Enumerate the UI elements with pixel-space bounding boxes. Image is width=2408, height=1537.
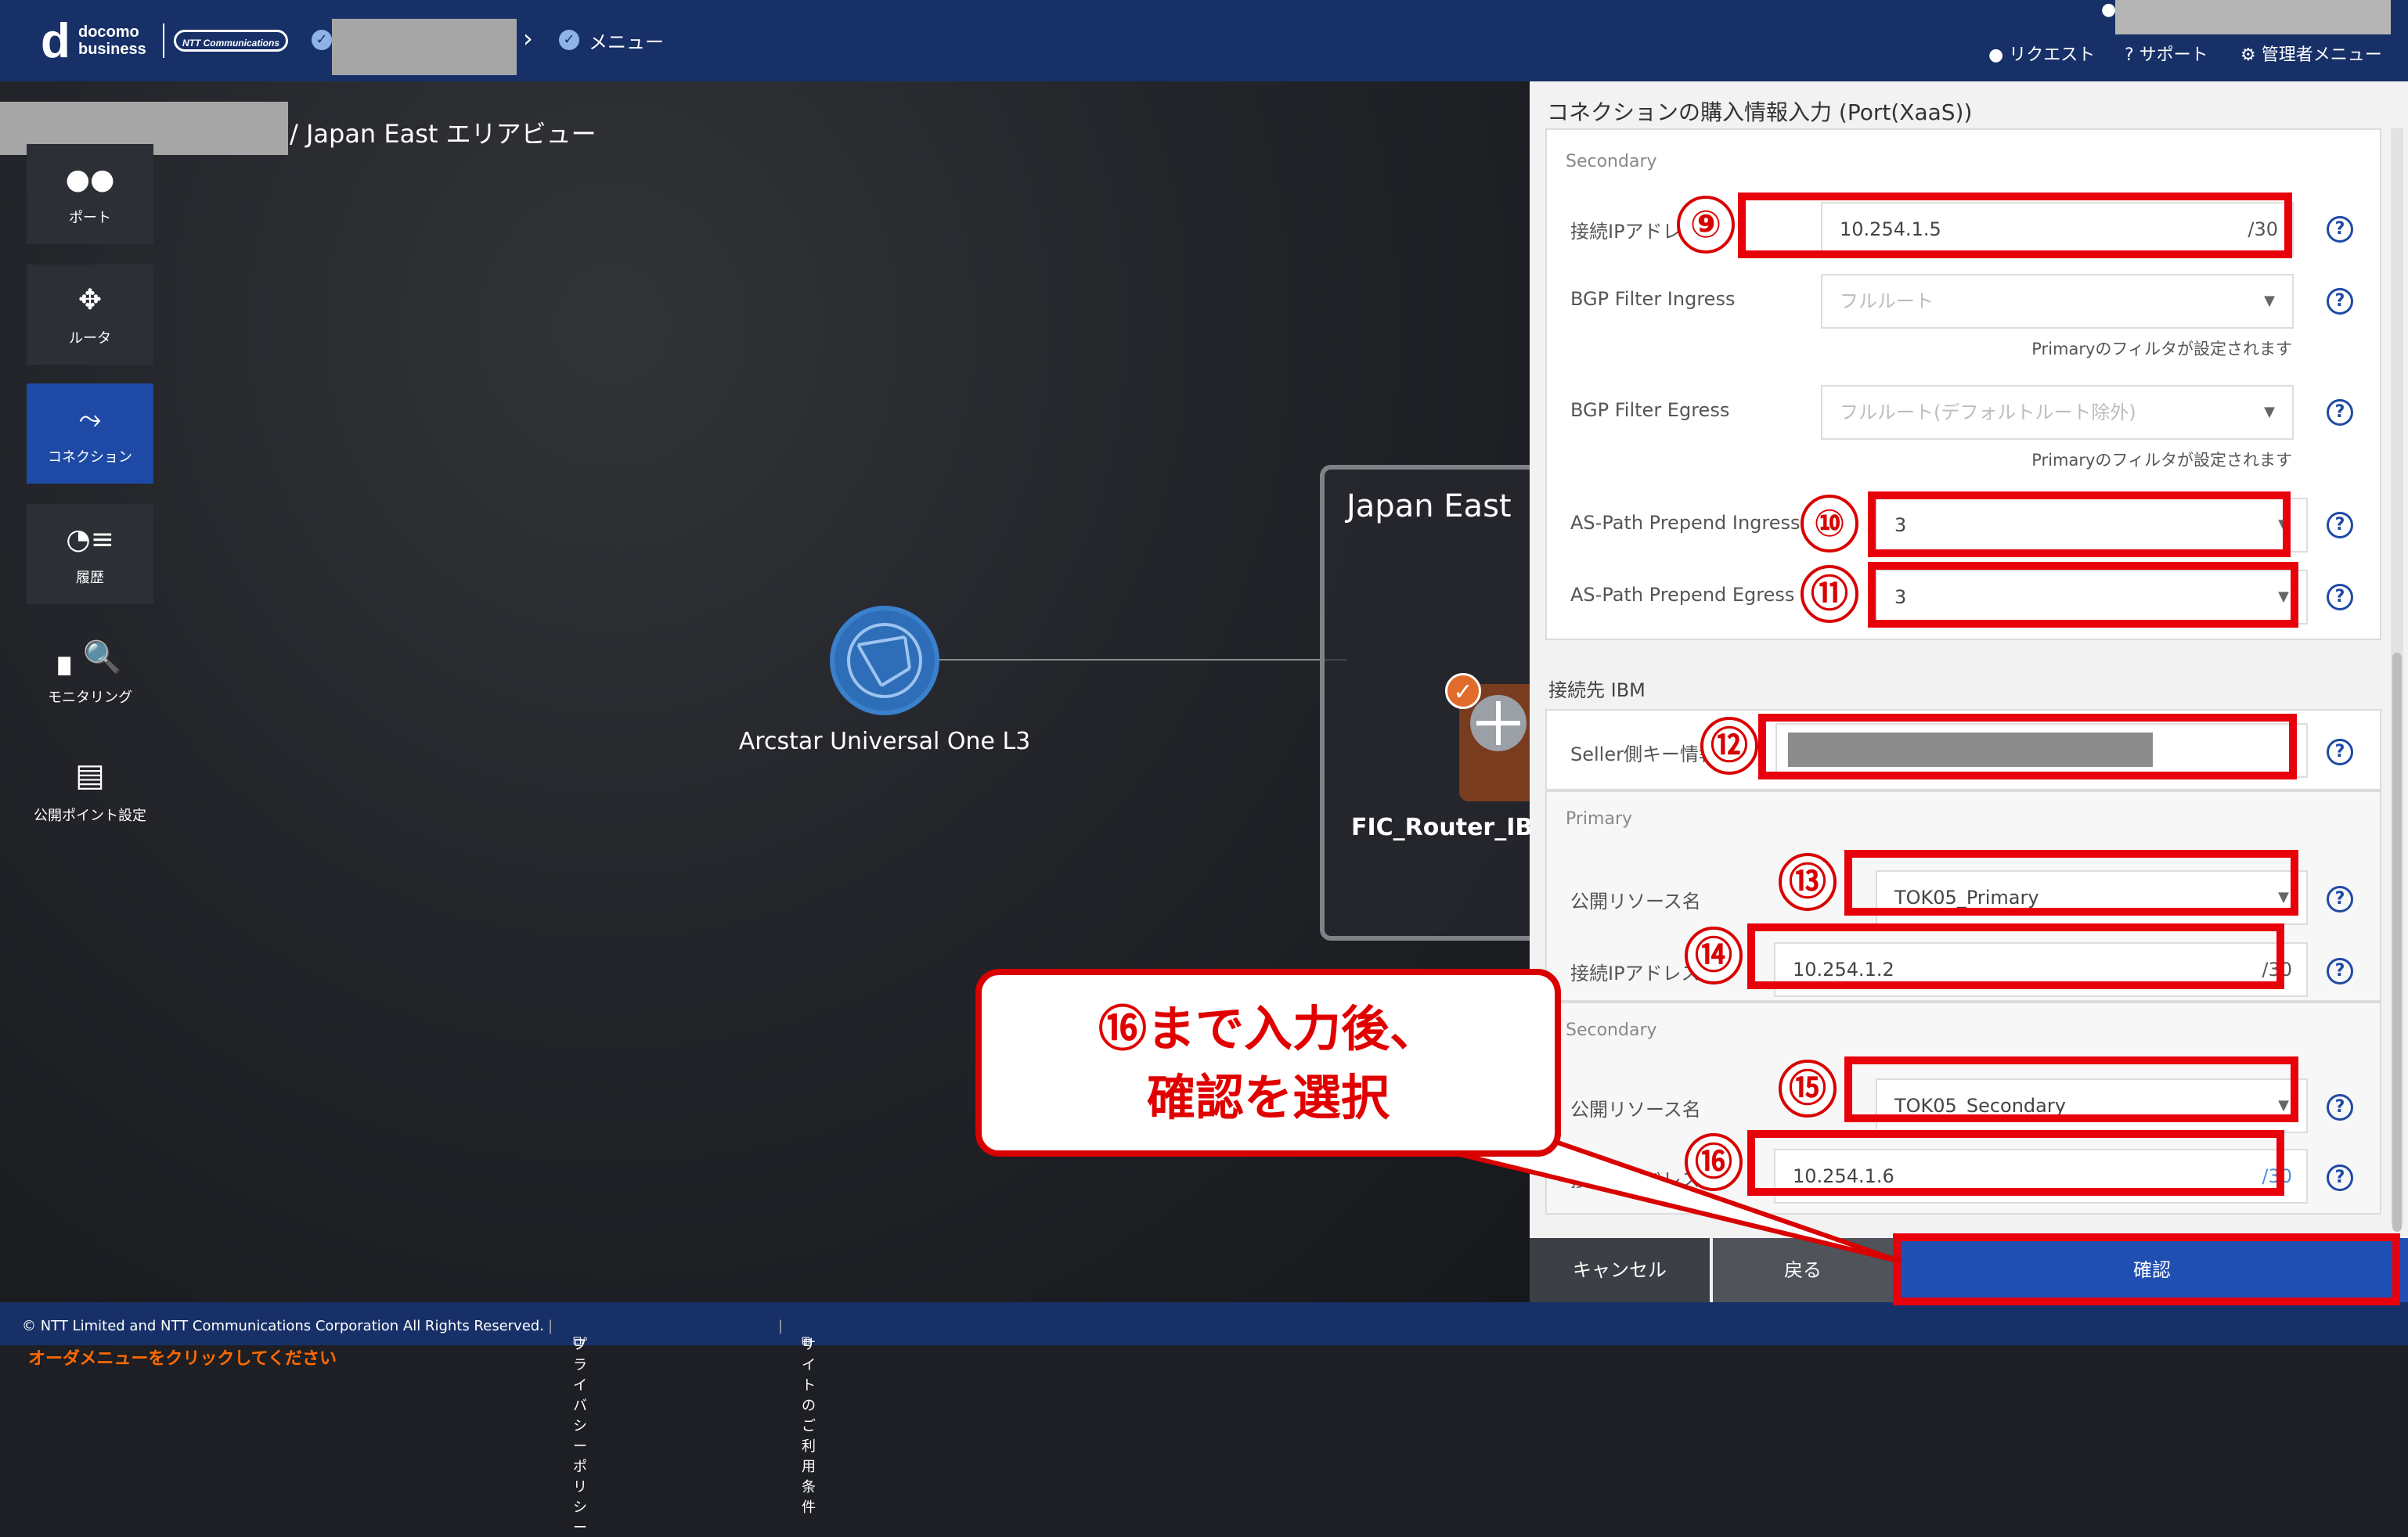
order-hint: オーダメニューをクリックしてください [28, 1349, 337, 1369]
callout-line-2: 確認を選択 [1146, 1069, 1390, 1126]
callout-line-1: ⑯まで入力後、 [1098, 1000, 1438, 1057]
